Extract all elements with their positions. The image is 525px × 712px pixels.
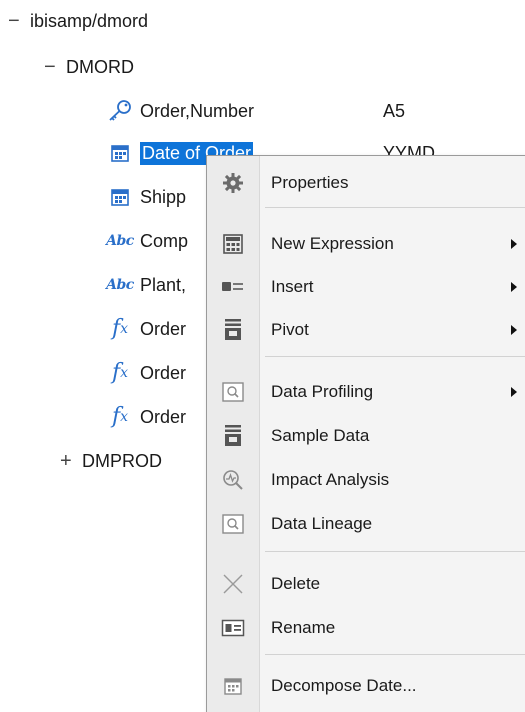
decompose-date-icon [207,675,259,697]
pivot-icon [207,318,259,342]
tree-field-row[interactable]: Order,Number [106,96,254,126]
menu-item-label: Pivot [271,320,309,339]
menu-item-rename[interactable]: Rename [207,608,525,648]
menu-item-pivot[interactable]: Pivot [207,310,525,350]
impact-icon [207,468,259,492]
fx-icon: fx [111,404,129,429]
tree-field-row[interactable]: fx Order [106,402,186,432]
collapse-icon[interactable]: − [44,56,66,79]
collapse-icon[interactable]: − [8,10,30,33]
abc-icon: Abc [106,277,134,293]
tree-node-label: ibisamp/dmord [30,10,149,31]
submenu-arrow-icon [511,282,517,292]
lineage-icon [207,513,259,535]
expand-icon[interactable]: + [60,450,82,473]
abc-icon: Abc [106,233,134,249]
menu-item-delete[interactable]: Delete [207,564,525,604]
tree-field-label: Plant, [140,274,187,295]
submenu-arrow-icon [511,239,517,249]
menu-item-label: New Expression [271,234,394,253]
menu-item-data-profiling[interactable]: Data Profiling [207,372,525,412]
profile-icon [207,381,259,403]
menu-item-label: Sample Data [271,426,370,445]
tree-field-row[interactable]: fx Order [106,358,186,388]
tree-field-label: Shipp [140,186,187,207]
tree-node-collapsed[interactable]: + DMPROD [60,446,162,476]
calendar-icon [106,140,134,166]
tree-field-label: Order,Number [140,100,255,121]
tree-field-row[interactable]: Abc Comp [106,226,188,256]
tree-field-row[interactable]: fx Order [106,314,186,344]
rename-icon [207,619,259,637]
submenu-arrow-icon [511,387,517,397]
menu-item-label: Properties [271,173,349,192]
tree-field-label: Order [140,362,187,383]
gear-icon [207,171,259,195]
tree-node-label: DMPROD [82,450,162,471]
menu-separator [265,207,525,208]
menu-item-label: Rename [271,618,336,637]
calendar-icon [106,184,134,210]
menu-item-label: Delete [271,574,321,593]
tree-field-label: Order [140,406,187,427]
calculator-icon [207,233,259,255]
menu-item-label: Decompose Date... [271,676,417,695]
menu-item-sample-data[interactable]: Sample Data [207,416,525,456]
tree-field-label: Order [140,318,187,339]
menu-item-label: Data Profiling [271,382,374,401]
tree-panel: − ibisamp/dmord − DMORD Order,Number A5 [0,0,525,712]
context-menu: Properties New Expression Insert Pivot D… [206,155,525,712]
menu-separator [265,551,525,552]
insert-icon [207,279,259,295]
tree-node-root[interactable]: − ibisamp/dmord [8,6,148,36]
fx-icon: fx [111,316,129,341]
menu-item-label: Data Lineage [271,514,373,533]
menu-item-decompose-date[interactable]: Decompose Date... [207,666,525,706]
delete-icon [207,572,259,596]
menu-item-new-expression[interactable]: New Expression [207,224,525,264]
key-icon [106,98,134,124]
tree-node-segment[interactable]: − DMORD [44,52,134,82]
sample-data-icon [207,424,259,448]
tree-field-row[interactable]: Shipp [106,182,186,212]
menu-separator [265,356,525,357]
menu-item-impact-analysis[interactable]: Impact Analysis [207,460,525,500]
submenu-arrow-icon [511,325,517,335]
menu-separator [265,654,525,655]
tree-field-row[interactable]: Abc Plant, [106,270,186,300]
menu-item-data-lineage[interactable]: Data Lineage [207,504,525,544]
tree-field-label: Comp [140,230,189,251]
menu-item-label: Insert [271,277,314,296]
tree-node-label: DMORD [66,56,134,77]
menu-item-properties[interactable]: Properties [207,163,525,203]
fx-icon: fx [111,360,129,385]
menu-item-insert[interactable]: Insert [207,267,525,307]
field-format: A5 [383,100,406,121]
menu-item-label: Impact Analysis [271,470,390,489]
